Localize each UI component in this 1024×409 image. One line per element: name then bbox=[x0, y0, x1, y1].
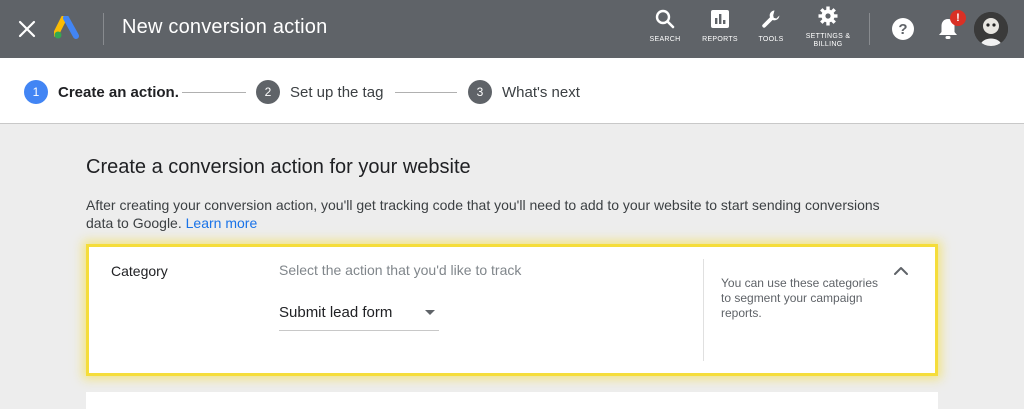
reports-button[interactable]: REPORTS bbox=[702, 8, 738, 44]
category-card: Category Select the action that you'd li… bbox=[86, 244, 938, 376]
settings-billing-button[interactable]: SETTINGS & BILLING bbox=[804, 5, 852, 49]
tools-label: TOOLS bbox=[758, 36, 784, 43]
top-app-bar: New conversion action SEARCH REPORTS TOO… bbox=[0, 0, 1024, 58]
reports-label: REPORTS bbox=[702, 36, 738, 43]
avatar-image bbox=[974, 12, 1008, 46]
settings-label-line2: BILLING bbox=[813, 41, 843, 48]
step-number: 2 bbox=[256, 80, 280, 104]
notification-badge: ! bbox=[950, 10, 966, 26]
step-label: Create an action. bbox=[58, 83, 179, 101]
google-ads-logo bbox=[54, 16, 79, 39]
step-label: What's next bbox=[502, 83, 580, 101]
card-divider bbox=[703, 259, 704, 361]
help-icon: ? bbox=[892, 18, 914, 40]
category-selected-value: Submit lead form bbox=[279, 304, 393, 321]
gear-icon bbox=[818, 6, 838, 26]
search-button[interactable]: SEARCH bbox=[650, 8, 680, 44]
step-set-up-tag[interactable]: 2 Set up the tag bbox=[256, 80, 383, 104]
tools-button[interactable]: TOOLS bbox=[755, 8, 787, 44]
learn-more-link[interactable]: Learn more bbox=[186, 215, 258, 231]
header-divider bbox=[103, 13, 104, 45]
chevron-up-icon bbox=[894, 267, 908, 275]
step-connector bbox=[395, 92, 457, 93]
header-divider-right bbox=[869, 13, 870, 45]
help-button[interactable]: ? bbox=[891, 17, 915, 41]
search-label: SEARCH bbox=[649, 36, 681, 43]
step-number: 3 bbox=[468, 80, 492, 104]
step-label: Set up the tag bbox=[290, 83, 384, 101]
step-connector bbox=[182, 92, 246, 93]
category-help-text: You can use these categories to segment … bbox=[721, 276, 879, 320]
section-heading: Create a conversion action for your webs… bbox=[86, 156, 471, 178]
step-number: 1 bbox=[24, 80, 48, 104]
category-label: Category bbox=[111, 263, 168, 279]
collapse-button[interactable] bbox=[891, 263, 911, 279]
avatar[interactable] bbox=[974, 12, 1008, 46]
close-icon bbox=[18, 20, 36, 38]
next-card bbox=[86, 392, 938, 409]
category-hint: Select the action that you'd like to tra… bbox=[279, 262, 522, 278]
page-title: New conversion action bbox=[122, 16, 328, 38]
wrench-icon bbox=[762, 10, 780, 28]
settings-label: SETTINGS & BILLING bbox=[806, 33, 851, 49]
close-button[interactable] bbox=[14, 16, 40, 42]
search-icon bbox=[655, 9, 675, 29]
step-whats-next[interactable]: 3 What's next bbox=[468, 80, 580, 104]
reports-icon bbox=[711, 10, 729, 28]
svg-text:?: ? bbox=[898, 21, 907, 38]
category-select[interactable]: Submit lead form bbox=[279, 301, 439, 331]
dropdown-caret-icon bbox=[425, 310, 435, 315]
settings-label-line1: SETTINGS & bbox=[805, 33, 851, 40]
section-description: After creating your conversion action, y… bbox=[86, 196, 906, 232]
step-create-action[interactable]: 1 Create an action. bbox=[24, 80, 179, 104]
progress-stepper: 1 Create an action. 2 Set up the tag 3 W… bbox=[0, 58, 1024, 124]
